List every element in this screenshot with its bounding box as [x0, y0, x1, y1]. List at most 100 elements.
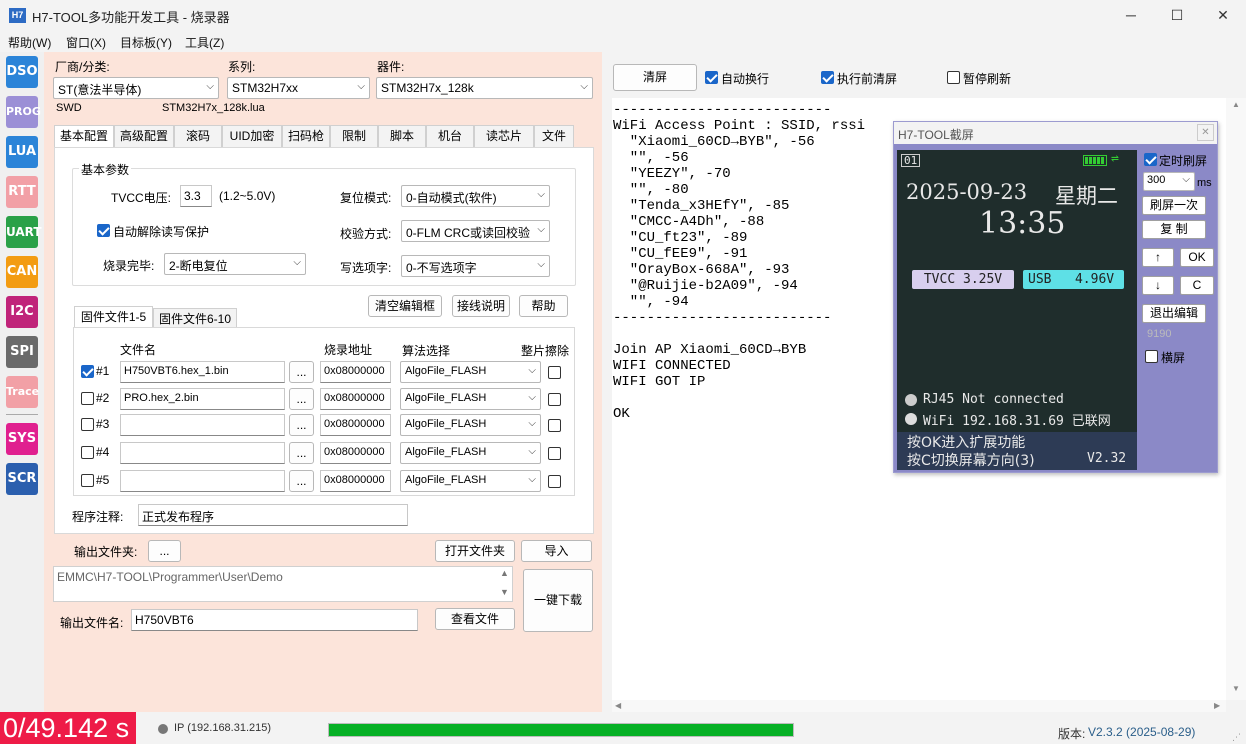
tab-read-chip[interactable]: 读芯片: [474, 125, 534, 147]
capture-close-icon[interactable]: ✕: [1197, 124, 1214, 141]
reset-select[interactable]: 0-自动模式(软件) ⌵: [401, 185, 550, 207]
file-browse-button[interactable]: ...: [289, 361, 314, 383]
maximize-button[interactable]: ☐: [1154, 0, 1200, 32]
verify-select[interactable]: 0-FLM CRC或读回校验 ⌵: [401, 220, 550, 242]
sidebar-dso-button[interactable]: DSO: [6, 56, 38, 88]
open-folder-button[interactable]: 打开文件夹: [435, 540, 515, 562]
pause-refresh-checkbox[interactable]: [947, 71, 960, 84]
console-vscrollbar[interactable]: ▲ ▼: [1226, 98, 1246, 700]
sidebar-rtt-button[interactable]: RTT: [6, 176, 38, 208]
file-address-input[interactable]: 0x08000000: [320, 470, 391, 492]
clear-screen-button[interactable]: 清屏: [613, 64, 697, 91]
file-checkbox[interactable]: [81, 365, 94, 378]
clear-before-checkbox[interactable]: [821, 71, 834, 84]
sidebar-trace-button[interactable]: Trace: [6, 376, 39, 408]
sidebar-scr-button[interactable]: SCR: [6, 463, 38, 495]
tab-machine[interactable]: 机台: [426, 125, 474, 147]
exit-edit-button[interactable]: 退出编辑: [1142, 304, 1206, 323]
tab-uid-encrypt[interactable]: UID加密: [222, 125, 282, 147]
full-erase-checkbox[interactable]: [548, 475, 561, 488]
refresh-once-button[interactable]: 刷屏一次: [1142, 196, 1206, 215]
resize-grip-icon[interactable]: ⋰: [1232, 732, 1241, 743]
output-name-input[interactable]: H750VBT6: [131, 609, 418, 631]
file-name-input[interactable]: H750VBT6.hex_1.bin: [120, 361, 285, 383]
file-address-input[interactable]: 0x08000000: [320, 414, 391, 436]
file-name-input[interactable]: PRO.hex_2.bin: [120, 388, 285, 410]
part-select[interactable]: STM32H7x_128k ⌵: [376, 77, 593, 99]
file-checkbox[interactable]: [81, 418, 94, 431]
file-address-input[interactable]: 0x08000000: [320, 361, 391, 383]
file-browse-button[interactable]: ...: [289, 442, 314, 464]
tab-file[interactable]: 文件: [534, 125, 574, 147]
down-button[interactable]: ↓: [1142, 276, 1174, 295]
scroll-left-icon[interactable]: ◀: [615, 701, 621, 710]
browse-folder-button[interactable]: ...: [148, 540, 181, 562]
done-select[interactable]: 2-断电复位 ⌵: [164, 253, 306, 275]
algo-select[interactable]: AlgoFile_FLASH ⌵: [400, 470, 541, 492]
sidebar-uart-button[interactable]: UART: [6, 216, 42, 248]
up-button[interactable]: ↑: [1142, 248, 1174, 267]
algo-select[interactable]: AlgoFile_FLASH ⌵: [400, 414, 541, 436]
file-name-input[interactable]: [120, 442, 285, 464]
scroll-down-icon[interactable]: ▼: [500, 587, 509, 597]
option-select[interactable]: 0-不写选项字 ⌵: [401, 255, 550, 277]
sidebar-spi-button[interactable]: SPI: [6, 336, 38, 368]
full-erase-checkbox[interactable]: [548, 447, 561, 460]
landscape-checkbox[interactable]: [1145, 350, 1158, 363]
tab-scanner[interactable]: 扫码枪: [282, 125, 330, 147]
file-checkbox[interactable]: [81, 446, 94, 459]
menu-window[interactable]: 窗口(X): [66, 34, 106, 51]
algo-select[interactable]: AlgoFile_FLASH ⌵: [400, 442, 541, 464]
menu-tools[interactable]: 工具(Z): [185, 34, 224, 51]
algo-select[interactable]: AlgoFile_FLASH ⌵: [400, 388, 541, 410]
scroll-right-icon[interactable]: ▶: [1214, 701, 1220, 710]
close-button[interactable]: ✕: [1200, 0, 1246, 32]
timed-refresh-checkbox[interactable]: [1144, 153, 1157, 166]
note-input[interactable]: 正式发布程序: [138, 504, 408, 526]
full-erase-checkbox[interactable]: [548, 419, 561, 432]
one-click-download-button[interactable]: 一键下载: [523, 569, 593, 632]
wiring-button[interactable]: 接线说明: [452, 295, 510, 317]
c-button[interactable]: C: [1180, 276, 1214, 295]
tab-rolling-code[interactable]: 滚码: [174, 125, 222, 147]
file-browse-button[interactable]: ...: [289, 388, 314, 410]
tvcc-input[interactable]: 3.3: [180, 185, 212, 207]
sidebar-i2c-button[interactable]: I2C: [6, 296, 38, 328]
auto-wrap-checkbox[interactable]: [705, 71, 718, 84]
file-name-input[interactable]: [120, 414, 285, 436]
series-select[interactable]: STM32H7xx ⌵: [227, 77, 370, 99]
vendor-select[interactable]: ST(意法半导体) ⌵: [53, 77, 219, 99]
help-button[interactable]: 帮助: [519, 295, 568, 317]
file-browse-button[interactable]: ...: [289, 470, 314, 492]
ok-button[interactable]: OK: [1180, 248, 1214, 267]
scroll-up-icon[interactable]: ▲: [500, 568, 509, 578]
tab-limit[interactable]: 限制: [330, 125, 378, 147]
file-browse-button[interactable]: ...: [289, 414, 314, 436]
file-checkbox[interactable]: [81, 392, 94, 405]
sidebar-sys-button[interactable]: SYS: [6, 423, 38, 455]
copy-button[interactable]: 复 制: [1142, 220, 1206, 239]
file-address-input[interactable]: 0x08000000: [320, 442, 391, 464]
tab-advanced[interactable]: 高级配置: [114, 125, 174, 147]
file-address-input[interactable]: 0x08000000: [320, 388, 391, 410]
scroll-down-icon[interactable]: ▼: [1232, 684, 1240, 693]
full-erase-checkbox[interactable]: [548, 393, 561, 406]
tab-basic[interactable]: 基本配置: [54, 125, 114, 147]
file-name-input[interactable]: [120, 470, 285, 492]
sidebar-prog-button[interactable]: PROG: [6, 96, 41, 128]
menu-help[interactable]: 帮助(W): [8, 34, 51, 51]
tab-files-1-5[interactable]: 固件文件1-5: [74, 306, 153, 328]
view-file-button[interactable]: 查看文件: [435, 608, 515, 630]
import-button[interactable]: 导入: [521, 540, 592, 562]
menu-target[interactable]: 目标板(Y): [120, 34, 172, 51]
algo-select[interactable]: AlgoFile_FLASH ⌵: [400, 361, 541, 383]
unlock-checkbox[interactable]: [97, 224, 110, 237]
tab-script[interactable]: 脚本: [378, 125, 426, 147]
minimize-button[interactable]: ─: [1108, 0, 1154, 32]
tab-files-6-10[interactable]: 固件文件6-10: [153, 308, 237, 328]
full-erase-checkbox[interactable]: [548, 366, 561, 379]
scroll-up-icon[interactable]: ▲: [1232, 100, 1240, 109]
interval-select[interactable]: 300 ⌵: [1143, 172, 1195, 191]
sidebar-lua-button[interactable]: LUA: [6, 136, 38, 168]
output-path-box[interactable]: EMMC\H7-TOOL\Programmer\User\Demo ▲ ▼: [53, 566, 513, 602]
